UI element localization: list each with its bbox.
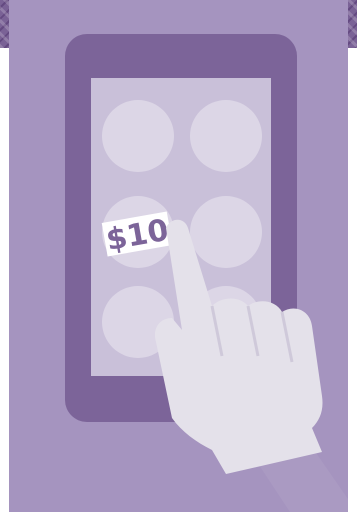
screen-button	[102, 100, 174, 172]
screen-button	[190, 196, 262, 268]
illustration-canvas: $10	[0, 0, 357, 512]
mobile-payment-illustration: $10	[65, 34, 357, 512]
screen-button	[190, 100, 262, 172]
